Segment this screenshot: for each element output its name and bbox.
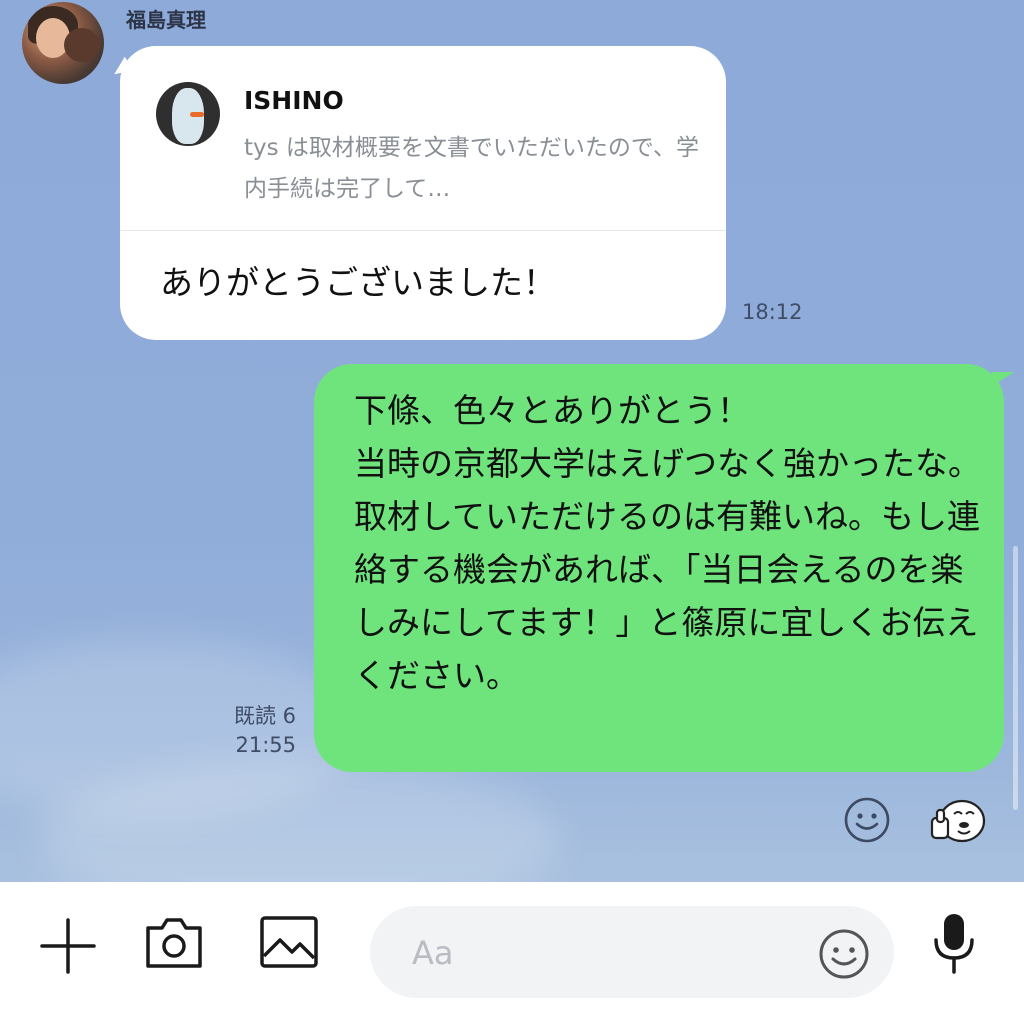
outgoing-message-text: 下條、色々とありがとう！ 当時の京都大学はえげつなく強かったな。取材していただけ… (354, 391, 981, 695)
reply-preview-text[interactable]: tys は取材概要を文書でいただいたので、学内手続は完了して… (244, 128, 704, 210)
outgoing-message-time: 21:55 (235, 733, 296, 757)
incoming-message-bubble[interactable]: ISHINO tys は取材概要を文書でいただいたので、学内手続は完了して… あ… (120, 46, 726, 340)
reply-avatar (156, 82, 220, 146)
camera-icon[interactable] (142, 912, 206, 972)
emoji-icon[interactable] (816, 926, 872, 982)
read-receipt: 既読 6 (233, 704, 296, 728)
reply-divider (120, 230, 726, 231)
microphone-icon[interactable] (930, 910, 978, 976)
message-input-placeholder: Aa (412, 934, 454, 972)
incoming-message-text: ありがとうございました！ (160, 263, 556, 302)
reply-sender-name: ISHINO (244, 86, 344, 115)
message-input-bar: Aa (0, 882, 1024, 1020)
message-input[interactable]: Aa (370, 906, 894, 998)
outgoing-message-bubble[interactable]: 下條、色々とありがとう！ 当時の京都大学はえげつなく強かったな。取材していただけ… (314, 364, 1014, 772)
thumbs-up-sticker-icon[interactable] (928, 798, 986, 844)
image-icon[interactable] (258, 912, 320, 972)
sender-avatar[interactable] (22, 2, 104, 84)
incoming-message-time: 18:12 (742, 300, 803, 324)
chat-area: 福島真理 ISHINO tys は取材概要を文書でいただいたので、学内手続は完了… (0, 0, 1024, 882)
scrollbar[interactable] (1013, 546, 1018, 810)
sender-name: 福島真理 (126, 8, 206, 32)
smile-icon[interactable] (842, 795, 892, 845)
plus-icon[interactable] (38, 916, 98, 976)
